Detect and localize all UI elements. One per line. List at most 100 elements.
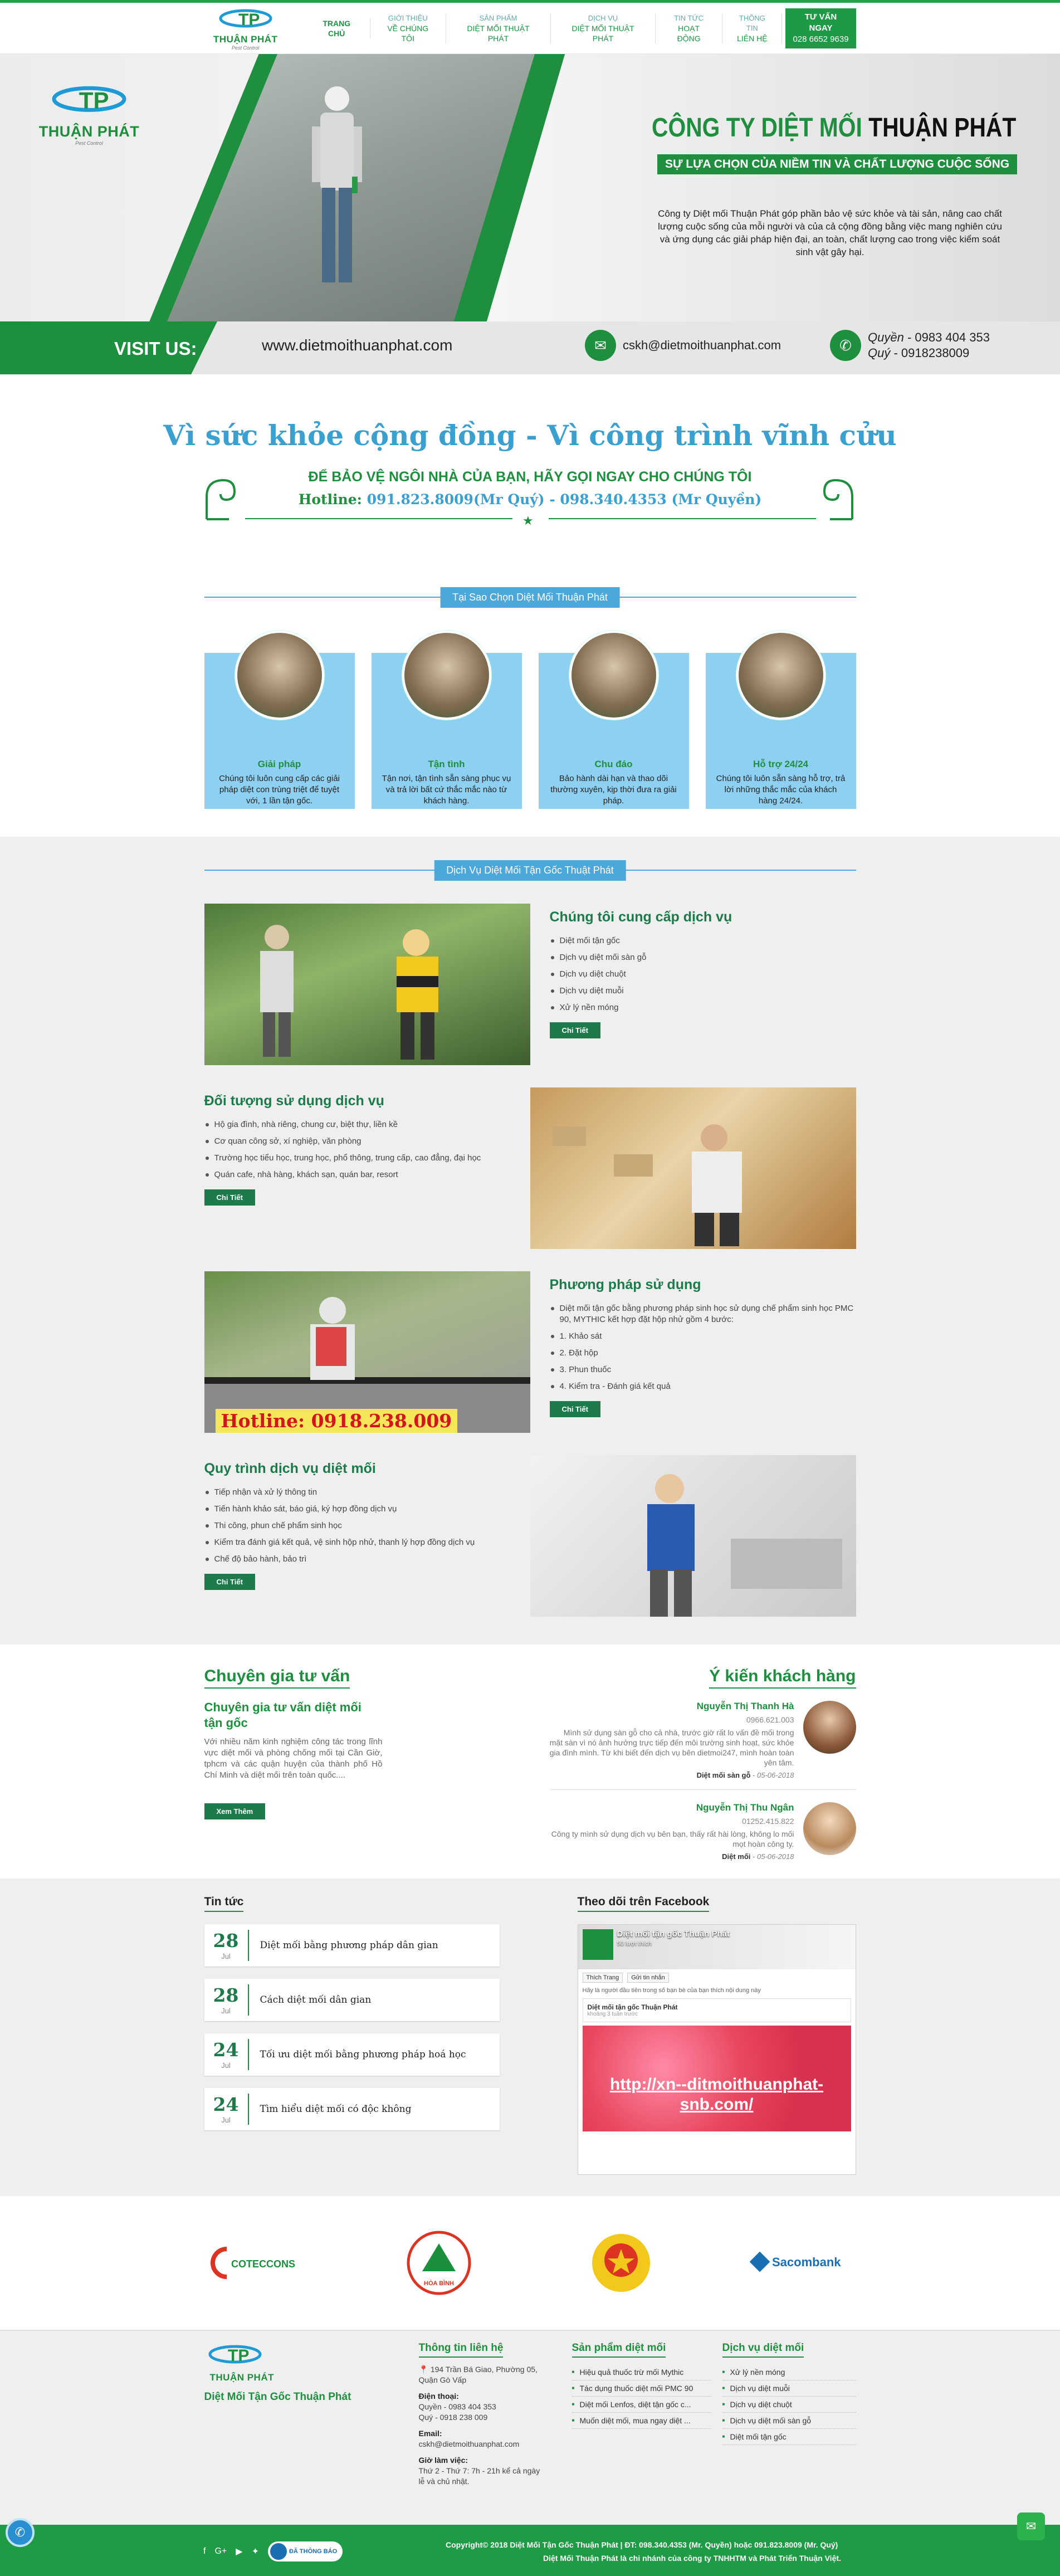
consult-now-button[interactable]: TƯ VẤN NGAY 028 6652 9639	[785, 8, 856, 48]
facebook-message-button[interactable]: Gửi tin nhắn	[627, 1973, 669, 1983]
hero-email[interactable]: ✉ cskh@dietmoithuanphat.com	[585, 330, 781, 361]
hero-slogan: SỰ LỰA CHỌN CỦA NIỀM TIN VÀ CHẤT LƯỢNG C…	[657, 154, 1018, 174]
footer-service-link[interactable]: Dịch vụ diệt chuột	[722, 2397, 856, 2413]
news-date: 24 Jul	[204, 2039, 249, 2070]
twitter-icon[interactable]: ✦	[252, 2546, 259, 2557]
facebook-page-thumb	[582, 1929, 613, 1960]
service-item: 2. Đặt hộp	[550, 1348, 856, 1359]
ornament-line-left	[245, 518, 512, 519]
footer-service-link[interactable]: Dịch vụ diệt muỗi	[722, 2380, 856, 2397]
site-logo[interactable]: TP THUẬN PHÁT Pest Control	[204, 6, 287, 51]
nav-news-top: TIN TỨC	[674, 14, 704, 22]
footer-brand: TP THUẬN PHÁT Diệt Mối Tận Gốc Thuận Phá…	[204, 2342, 388, 2403]
nav-news[interactable]: TIN TỨC HOẠT ĐỘNG	[656, 13, 723, 43]
service-item: Trường học tiểu học, trung học, phổ thôn…	[204, 1153, 511, 1164]
service-item: Tiến hành khảo sát, báo giá, ký hợp đồng…	[204, 1504, 511, 1515]
service-item: Quán cafe, nhà hàng, khách sạn, quán bar…	[204, 1169, 511, 1180]
website-url[interactable]: www.dietmoithuanphat.com	[262, 336, 452, 354]
facebook-icon[interactable]: f	[203, 2546, 206, 2557]
footer-product-link[interactable]: Hiệu quả thuốc trừ mối Mythic	[571, 2364, 711, 2380]
nav-products[interactable]: SẢN PHẨM DIỆT MỐI THUẬT PHÁT	[446, 13, 551, 43]
facebook-post-image[interactable]: http://xn--ditmoithuanphat-snb.com/	[582, 2026, 851, 2131]
nav-services[interactable]: DỊCH VỤ DIỆT MỐI THUẬT PHÁT	[551, 13, 656, 43]
partner-logo-sacombank[interactable]: Sacombank	[750, 2229, 856, 2296]
news-title[interactable]: Diệt mối bằng phương pháp dân gian	[249, 1940, 438, 1951]
hero-logo-mark-icon: TP	[52, 86, 126, 114]
avatar	[803, 1701, 856, 1754]
footer-services-heading: Dịch vụ diệt mối	[722, 2342, 804, 2358]
news-title[interactable]: Tối ưu diệt mối bằng phương pháp hoá học	[249, 2049, 466, 2060]
footer-email-label: Email:	[418, 2429, 442, 2438]
partner-logo-hoabinh[interactable]: HÒA BÌNH	[386, 2229, 492, 2296]
facebook-post-author[interactable]: Diệt mối tận gốc Thuận Phát	[588, 2003, 678, 2011]
facebook-cover: Diệt mối tận gốc Thuận Phát 50 lượt thíc…	[578, 1925, 856, 1969]
news-item[interactable]: 28 Jul Diệt mối bằng phương pháp dân gian	[204, 1924, 500, 1967]
facebook-like-button[interactable]: Thích Trang	[582, 1973, 623, 1983]
news-item[interactable]: 28 Jul Cách diệt mối dân gian	[204, 1979, 500, 2021]
ornament-left-icon	[206, 479, 236, 520]
facebook-post-link[interactable]: http://xn--ditmoithuanphat-snb.com/	[583, 2075, 851, 2115]
service-image-exterminator	[530, 1455, 856, 1617]
news-title[interactable]: Cách diệt mối dân gian	[249, 1994, 372, 2006]
footer-service-link[interactable]: Xử lý nền móng	[722, 2364, 856, 2380]
svg-text:TP: TP	[238, 11, 260, 29]
logo-text: THUẬN PHÁT	[213, 34, 278, 45]
news-day: 24	[213, 2039, 239, 2061]
feedback-message: Công ty mình sử dụng dịch vụ bên bạn, th…	[551, 1829, 794, 1848]
news-item[interactable]: 24 Jul Tìm hiểu diệt mối có độc không	[204, 2088, 500, 2130]
why-card: Giải pháp Chúng tôi luôn cung cấp các giả…	[204, 631, 355, 809]
nav-contact[interactable]: THÔNG TIN LIÊN HỆ	[722, 13, 783, 43]
service-item: Diệt mối tận gốc bằng phương pháp sinh h…	[550, 1303, 856, 1325]
ornament-line-right	[549, 518, 816, 519]
news-title[interactable]: Tìm hiểu diệt mối có độc không	[249, 2104, 412, 2115]
why-card: Chu đáo Bảo hành dài hạn và thao dõi thườ…	[538, 631, 689, 809]
partner-logo-emblem[interactable]	[568, 2229, 674, 2296]
footer-phone-label: Điện thoại:	[418, 2392, 459, 2401]
verified-label: ĐÃ THÔNG BÁO	[289, 2548, 338, 2555]
detail-button[interactable]: Chi Tiết	[549, 1022, 600, 1038]
hero-banner: TP THUẬN PHÁT Pest Control CÔNG TY DIỆT …	[0, 54, 1060, 374]
location-icon: 📍	[418, 2365, 431, 2374]
nav-home[interactable]: TRANG CHỦ	[304, 18, 370, 38]
service-block: Quy trình dịch vụ diệt mối Tiếp nhận và …	[204, 1455, 856, 1617]
nav-about-top: GIỚI THIỆU	[388, 14, 428, 22]
partners-section: COTECCONS HÒA BÌNH Sacombank	[0, 2196, 1060, 2330]
footer-product-link[interactable]: Diệt mối Lenfos, diệt tận gốc c...	[571, 2397, 711, 2413]
feedback-service: Diệt mối	[722, 1852, 751, 1861]
google-plus-icon[interactable]: G+	[214, 2546, 227, 2557]
footer-hours: Thứ 2 - Thứ 7: 7h - 21h kể cả ngày lễ và…	[418, 2466, 540, 2486]
footer-service-link[interactable]: Dịch vụ diệt mối sàn gỗ	[722, 2413, 856, 2429]
ornament-right-icon	[823, 479, 853, 520]
slogan-main: Vì sức khỏe cộng đồng - Vì công trình vĩ…	[163, 419, 897, 452]
nav-about[interactable]: GIỚI THIỆU VỀ CHÚNG TÔI	[370, 13, 446, 43]
slogan-hotline-label: Hotline:	[298, 491, 367, 508]
nav-contact-bottom: LIÊN HỆ	[737, 34, 768, 43]
footer-service-link[interactable]: Diệt mối tận gốc	[722, 2429, 856, 2445]
floating-chat-icon[interactable]: ✉	[1017, 2512, 1045, 2540]
news-day: 28	[213, 1930, 239, 1951]
service-item: Kiểm tra đánh giá kết quả, vệ sinh hộp n…	[204, 1537, 511, 1548]
partner-logo-coteccons[interactable]: COTECCONS	[204, 2229, 310, 2296]
service-hotline-overlay: Hotline: 0918.238.009	[215, 1409, 458, 1433]
floating-call-icon[interactable]: ✆	[6, 2518, 35, 2547]
hero-title-green: CÔNG TY DIỆT MỐI	[652, 113, 862, 143]
facebook-widget[interactable]: Diệt mối tận gốc Thuận Phát 50 lượt thíc…	[577, 1924, 856, 2175]
verified-badge[interactable]: ĐÃ THÔNG BÁO	[267, 2541, 343, 2562]
footer-phone2[interactable]: Quý - 0918 238 009	[419, 2412, 547, 2423]
service-item: Dịch vụ diệt muỗi	[550, 985, 856, 997]
nav-services-bottom: DIỆT MỐI THUẬT PHÁT	[571, 24, 634, 43]
facebook-page-name[interactable]: Diệt mối tận gốc Thuận Phát	[617, 1929, 730, 1939]
feedback-heading: Ý kiến khách hàng	[709, 1667, 856, 1689]
footer-email[interactable]: cskh@dietmoithuanphat.com	[419, 2439, 547, 2450]
footer-product-link[interactable]: Muốn diệt mối, mua ngay diệt ...	[571, 2413, 711, 2429]
hero-phones[interactable]: ✆ Quyền - 0983 404 353 Quý - 0918238009	[830, 330, 990, 361]
youtube-icon[interactable]: ▶	[236, 2546, 242, 2557]
detail-button[interactable]: Chi Tiết	[549, 1401, 600, 1417]
detail-button[interactable]: Chi Tiết	[204, 1574, 255, 1590]
footer-product-link[interactable]: Tác dụng thuốc diệt mối PMC 90	[571, 2380, 711, 2397]
see-more-button[interactable]: Xem Thêm	[204, 1803, 266, 1819]
news-item[interactable]: 24 Jul Tối ưu diệt mối bằng phương pháp ho…	[204, 2033, 500, 2076]
detail-button[interactable]: Chi Tiết	[204, 1189, 255, 1206]
footer-phone1[interactable]: Quyền - 0983 404 353	[419, 2402, 547, 2412]
service-item: 3. Phun thuốc	[550, 1364, 856, 1375]
